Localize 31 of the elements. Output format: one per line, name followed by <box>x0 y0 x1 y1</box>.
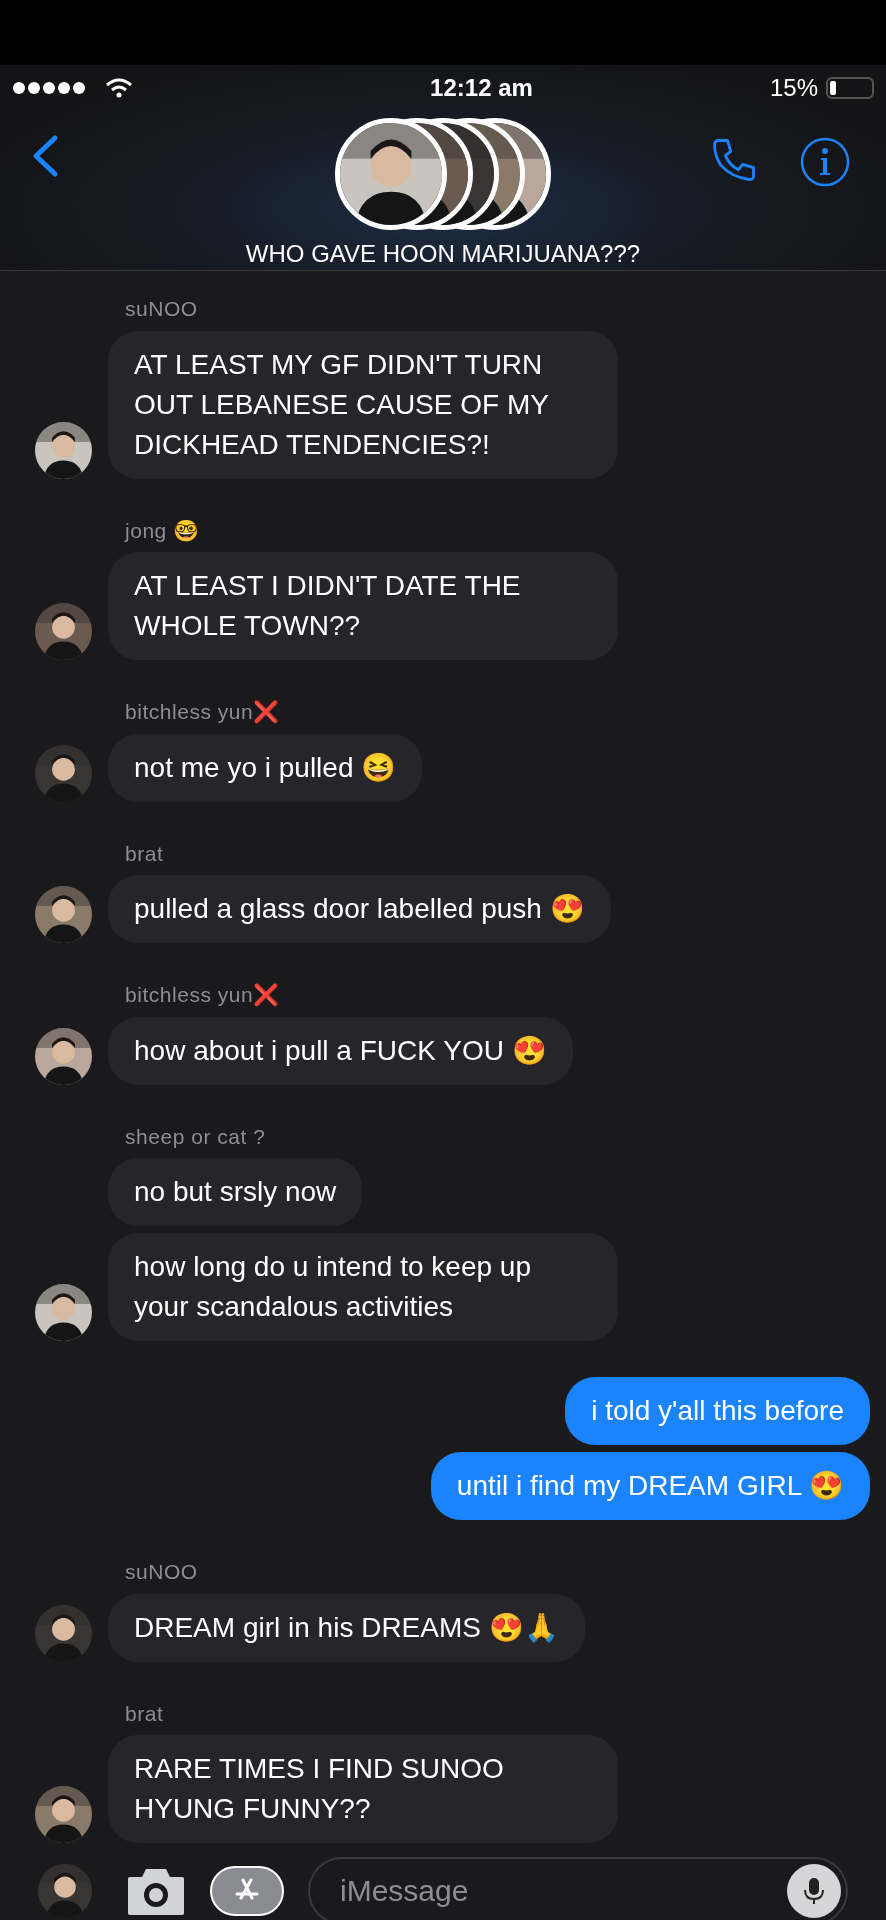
microphone-icon <box>802 1875 826 1906</box>
info-icon <box>800 137 850 187</box>
message-bubble: how about i pull a FUCK YOU 😍 <box>108 1016 573 1085</box>
battery-icon <box>826 76 874 99</box>
app-store-button[interactable] <box>210 1865 284 1916</box>
message-bubble: RARE TIMES I FIND SUNOO HYUNG FUNNY?? <box>108 1735 618 1843</box>
message-bubble: AT LEAST I DIDN'T DATE THE WHOLE TOWN?? <box>108 552 618 660</box>
message-bubble: AT LEAST MY GF DIDN'T TURN OUT LEBANESE CAUSE OF MY DICKHEAD TENDENCIES?! <box>108 330 618 479</box>
info-button[interactable] <box>800 137 850 187</box>
message-bubble: i told y'all this before <box>565 1377 870 1445</box>
sender-name: suNOO <box>125 296 199 322</box>
sender-name: bitchless yun❌ <box>125 982 281 1009</box>
sender-name: brat <box>125 1700 165 1727</box>
sender-name: suNOO <box>125 1559 199 1585</box>
message-bubble: until i find my DREAM GIRL 😍 <box>430 1452 870 1520</box>
message-bubble: how long do u intend to keep up your scandalous activities <box>108 1233 618 1341</box>
wifi-icon <box>105 77 133 98</box>
battery-percent: 15% <box>769 72 818 103</box>
microphone-button[interactable] <box>787 1863 841 1918</box>
message-bubble: pulled a glass door labelled push 😍 <box>108 875 611 943</box>
sender-name: sheep or cat ? <box>125 1123 267 1150</box>
sender-name: jong 🤓 <box>125 517 201 544</box>
status-time: 12:12 am <box>430 72 533 103</box>
message-bubble: not me yo i pulled 😆 <box>108 733 423 802</box>
message-bubble: no but srsly now <box>108 1158 363 1226</box>
message-bubble: DREAM girl in his DREAMS 😍🙏 <box>108 1593 585 1662</box>
signal-icon <box>12 80 87 95</box>
conversation-title: WHO GAVE HOON MARIJUANA??? <box>245 239 641 269</box>
sender-name: bitchless yun❌ <box>125 699 281 726</box>
message-field[interactable]: iMessage <box>308 1856 848 1920</box>
sender-name: brat <box>125 840 165 867</box>
